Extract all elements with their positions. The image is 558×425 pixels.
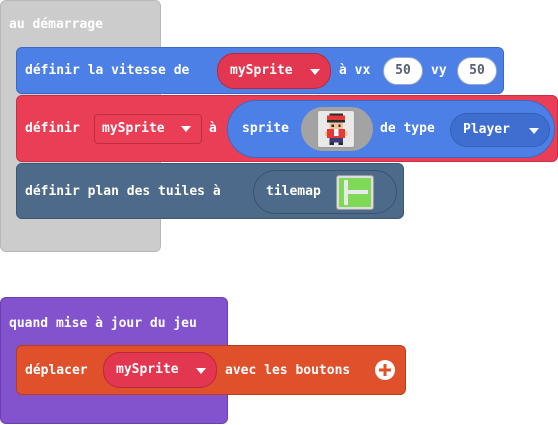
tilemap-label: tilemap xyxy=(266,184,321,199)
sprite-variable-dropdown[interactable]: mySprite xyxy=(94,114,202,144)
sprite-kind-value: Player xyxy=(463,122,510,137)
sprite-variable-name: mySprite xyxy=(116,362,179,377)
tilemap-reporter[interactable]: tilemap xyxy=(253,170,397,214)
vy-value: 50 xyxy=(469,63,485,78)
dropdown-caret-icon xyxy=(310,69,320,75)
sprite-label: sprite xyxy=(242,121,289,136)
on-game-update-label: quand mise à jour du jeu xyxy=(9,316,197,331)
sprite-variable-dropdown[interactable]: mySprite xyxy=(217,53,331,89)
sprite-variable-name: mySprite xyxy=(102,121,165,136)
vy-input[interactable]: 50 xyxy=(457,57,497,85)
kind-label: de type xyxy=(380,121,435,136)
move-sprite-label: déplacer xyxy=(25,363,88,378)
expand-plus-icon[interactable] xyxy=(374,359,396,381)
dropdown-caret-icon xyxy=(529,128,539,134)
set-tilemap-block[interactable]: définir plan des tuiles à tilemap xyxy=(16,163,404,219)
move-sprite-suffix: avec les boutons xyxy=(225,363,351,378)
create-sprite-reporter[interactable]: sprite de type Player xyxy=(227,100,555,158)
dropdown-caret-icon xyxy=(196,368,206,374)
tilemap-image-field[interactable] xyxy=(336,175,374,210)
vx-input[interactable]: 50 xyxy=(383,57,423,85)
sprite-variable-name: mySprite xyxy=(230,63,293,78)
vx-label: à vx xyxy=(339,63,371,78)
set-sprite-block[interactable]: définir mySprite à sprite de type Player xyxy=(16,95,558,162)
vx-value: 50 xyxy=(395,63,411,78)
sprite-kind-dropdown[interactable]: Player xyxy=(450,113,550,147)
set-velocity-label: définir la vitesse de xyxy=(25,63,190,78)
move-sprite-block[interactable]: déplacer mySprite avec les boutons xyxy=(16,345,406,395)
vy-label: vy xyxy=(431,63,447,78)
sprite-image-field[interactable] xyxy=(301,107,373,151)
tilemap-preview-icon xyxy=(339,178,371,207)
set-tilemap-label: définir plan des tuiles à xyxy=(25,184,221,199)
dropdown-caret-icon xyxy=(181,126,191,132)
player-sprite-icon xyxy=(324,113,348,145)
to-label: à xyxy=(209,121,217,136)
on-start-label: au démarrage xyxy=(9,17,103,32)
set-sprite-label: définir xyxy=(25,121,80,136)
sprite-variable-dropdown[interactable]: mySprite xyxy=(103,352,217,388)
sprite-thumbnail xyxy=(317,110,355,148)
set-velocity-block[interactable]: définir la vitesse de mySprite à vx 50 v… xyxy=(16,47,504,94)
